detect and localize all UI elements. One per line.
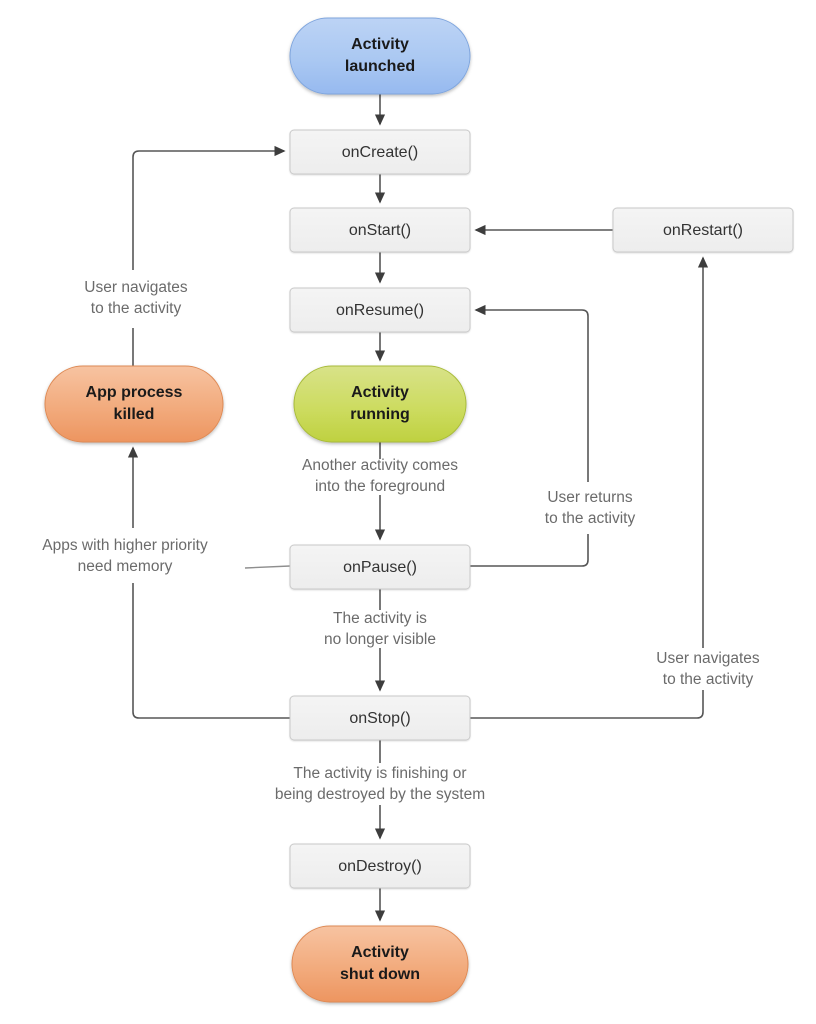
label_finishing_destroyed-line2: being destroyed by the system: [275, 786, 485, 803]
edge-on_pause-to-on_resume: [470, 310, 589, 567]
node-on_destroy: onDestroy(): [289, 843, 471, 889]
label_another_activity: Another activity comes into the foregroun…: [302, 457, 458, 495]
label_apps_higher_priority-line2: need memory: [78, 558, 173, 575]
label_user_navigates_left-line2: to the activity: [91, 300, 182, 317]
node-on_stop: onStop(): [289, 695, 471, 741]
node-label-app_process_killed-line1: App process: [86, 384, 183, 401]
label_finishing_destroyed-line1: The activity is finishing or: [293, 765, 466, 782]
node-label-activity_shut_down-line1: Activity: [351, 944, 409, 961]
label_no_longer_visible-line1: The activity is: [333, 610, 427, 627]
label_user_returns-line1: User returns: [547, 489, 633, 506]
node-label-activity_shut_down-line2: shut down: [340, 966, 420, 983]
node-on_start: onStart(): [289, 207, 471, 253]
label_user_navigates_right: User navigates to the activity: [656, 650, 760, 688]
label_user_navigates_right-line1: User navigates: [656, 650, 760, 667]
node-label-activity_running-line2: running: [350, 406, 410, 423]
label_apps_higher_priority: Apps with higher priority need memory: [42, 537, 208, 575]
lifecycle-canvas: Activity launched onCreate() onStart() onRes…: [42, 17, 794, 1003]
node-shape-activity_running: [293, 365, 467, 443]
label_user_returns-line2: to the activity: [545, 510, 636, 527]
label_apps_higher_priority-line1: Apps with higher priority: [42, 537, 208, 554]
edge-on_stop-to-on_restart: [470, 258, 703, 719]
node-activity_running: Activity running: [293, 365, 467, 443]
node-label-activity_launched-line2: launched: [345, 58, 415, 75]
node-on_create: onCreate(): [289, 129, 471, 175]
node-label-app_process_killed-line2: killed: [114, 406, 155, 423]
node-label-on_stop: onStop(): [349, 710, 410, 727]
node-shape-activity_launched: [289, 17, 471, 95]
node-label-on_resume: onResume(): [336, 302, 424, 319]
edge-on_stop-to-app_process_killed: [133, 448, 290, 719]
label_user_navigates_left-line1: User navigates: [84, 279, 188, 296]
node-label-activity_running-line1: Activity: [351, 384, 409, 401]
node-activity_launched: Activity launched: [289, 17, 471, 95]
node-on_pause: onPause(): [289, 544, 471, 590]
label_user_navigates_right-line2: to the activity: [663, 671, 754, 688]
label_another_activity-line1: Another activity comes: [302, 457, 458, 474]
label_another_activity-line2: into the foreground: [315, 478, 445, 495]
node-label-on_destroy: onDestroy(): [338, 858, 422, 875]
node-app_process_killed: App process killed: [44, 365, 224, 443]
node-activity_shut_down: Activity shut down: [291, 925, 469, 1003]
label_user_navigates_left: User navigates to the activity: [84, 279, 188, 317]
label_no_longer_visible-line2: no longer visible: [324, 631, 436, 648]
activity-lifecycle-diagram: Activity launched onCreate() onStart() onRes…: [0, 0, 816, 1024]
node-shape-app_process_killed: [44, 365, 224, 443]
node-label-on_restart: onRestart(): [663, 222, 743, 239]
node-on_resume: onResume(): [289, 287, 471, 333]
nodes-layer: Activity launched onCreate() onStart() onRes…: [44, 17, 794, 1003]
label_no_longer_visible: The activity is no longer visible: [324, 610, 436, 648]
node-label-on_create: onCreate(): [342, 144, 418, 161]
node-label-activity_launched-line1: Activity: [351, 36, 409, 53]
label_user_returns: User returns to the activity: [545, 489, 636, 527]
node-on_restart: onRestart(): [612, 207, 794, 253]
node-shape-activity_shut_down: [291, 925, 469, 1003]
label_finishing_destroyed: The activity is finishing or being destro…: [275, 765, 485, 803]
edge-on_pause-to-app_process_killed: [244, 565, 291, 569]
node-label-on_pause: onPause(): [343, 559, 417, 576]
edge-app_process_killed-to-on_create: [132, 151, 284, 366]
node-label-on_start: onStart(): [349, 222, 411, 239]
